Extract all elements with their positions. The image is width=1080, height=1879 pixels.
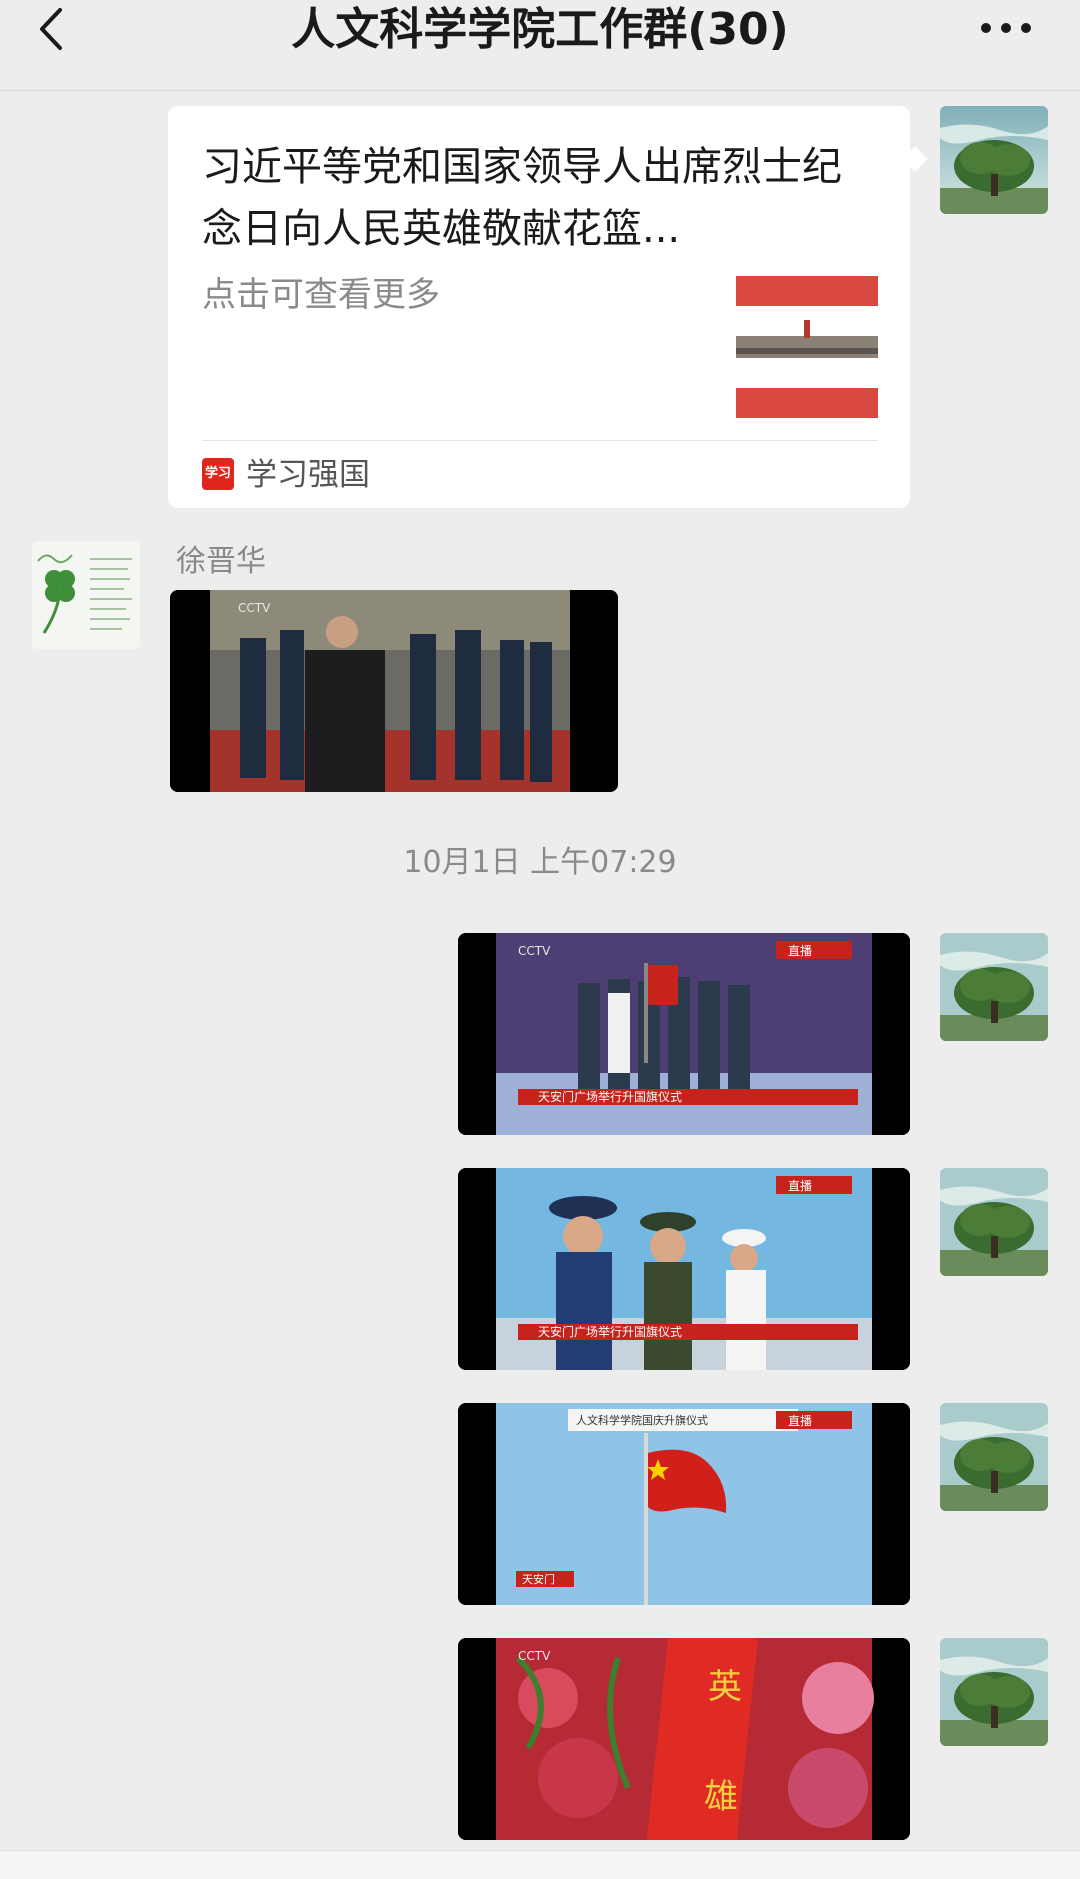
video-message-sent-3[interactable]: 人文科学学院国庆升旗仪式 直播 天安门 bbox=[458, 1403, 910, 1605]
header-divider bbox=[0, 90, 1080, 91]
my-avatar[interactable] bbox=[940, 106, 1048, 214]
my-avatar[interactable] bbox=[940, 933, 1048, 1041]
cctv-logo: CCTV bbox=[518, 944, 551, 958]
video-thumbnail: 天安门广场举行升国旗仪式 直播 bbox=[458, 1168, 910, 1370]
more-icon bbox=[981, 23, 1031, 33]
video-message-sent-1[interactable]: 天安门广场举行升国旗仪式 直播 CCTV bbox=[458, 933, 910, 1135]
tree-avatar-icon bbox=[940, 933, 1048, 1041]
tree-avatar-icon bbox=[940, 106, 1048, 214]
xuexi-logo-icon: 学习 bbox=[202, 458, 234, 490]
link-card-title: 习近平等党和国家领导人出席烈士纪念日向人民英雄敬献花篮... bbox=[202, 144, 842, 252]
live-badge: 直播 bbox=[788, 944, 812, 958]
video-message-received[interactable]: CCTV bbox=[170, 590, 618, 792]
ribbon-char-2: 雄 bbox=[704, 1777, 738, 1817]
video-thumbnail: CCTV bbox=[170, 590, 618, 792]
tree-avatar-icon bbox=[940, 1168, 1048, 1276]
link-card-divider bbox=[202, 440, 878, 441]
ribbon-char-1: 英 bbox=[708, 1667, 742, 1707]
my-avatar[interactable] bbox=[940, 1638, 1048, 1746]
chat-header: 人文科学学院工作群(30) bbox=[0, 0, 1080, 90]
chat-title: 人文科学学院工作群(30) bbox=[291, 4, 789, 55]
video-caption: 天安门广场举行升国旗仪式 bbox=[538, 1089, 682, 1104]
video-message-sent-2[interactable]: 天安门广场举行升国旗仪式 直播 bbox=[458, 1168, 910, 1370]
video-thumbnail: 天安门广场举行升国旗仪式 直播 CCTV bbox=[458, 933, 910, 1135]
sender-name: 徐晋华 bbox=[176, 544, 266, 579]
link-card[interactable]: 习近平等党和国家领导人出席烈士纪念日向人民英雄敬献花篮... 点击可查看更多 学… bbox=[168, 106, 910, 508]
live-badge: 直播 bbox=[788, 1414, 812, 1428]
my-avatar[interactable] bbox=[940, 1168, 1048, 1276]
video-caption: 天安门广场举行升国旗仪式 bbox=[538, 1324, 682, 1339]
cctv-logo: CCTV bbox=[238, 601, 271, 615]
clover-avatar-icon bbox=[32, 541, 140, 649]
link-card-description: 点击可查看更多 bbox=[202, 275, 440, 315]
my-avatar[interactable] bbox=[940, 1403, 1048, 1511]
input-bar-edge bbox=[0, 1850, 1080, 1879]
video-thumbnail: 英 雄 CCTV bbox=[458, 1638, 910, 1840]
link-card-source: 学习强国 bbox=[246, 457, 370, 493]
more-button[interactable] bbox=[970, 8, 1042, 48]
chat-timestamp: 10月1日 上午07:29 bbox=[403, 845, 677, 880]
tree-avatar-icon bbox=[940, 1638, 1048, 1746]
banner-left: 天安门 bbox=[522, 1572, 555, 1586]
link-card-thumbnail bbox=[736, 276, 878, 418]
cctv-logo: CCTV bbox=[518, 1649, 551, 1663]
live-badge: 直播 bbox=[788, 1179, 812, 1193]
tree-avatar-icon bbox=[940, 1403, 1048, 1511]
banner-text: 人文科学学院国庆升旗仪式 bbox=[576, 1413, 708, 1427]
sender-avatar[interactable] bbox=[32, 541, 140, 649]
video-thumbnail: 人文科学学院国庆升旗仪式 直播 天安门 bbox=[458, 1403, 910, 1605]
video-message-sent-4[interactable]: 英 雄 CCTV bbox=[458, 1638, 910, 1840]
